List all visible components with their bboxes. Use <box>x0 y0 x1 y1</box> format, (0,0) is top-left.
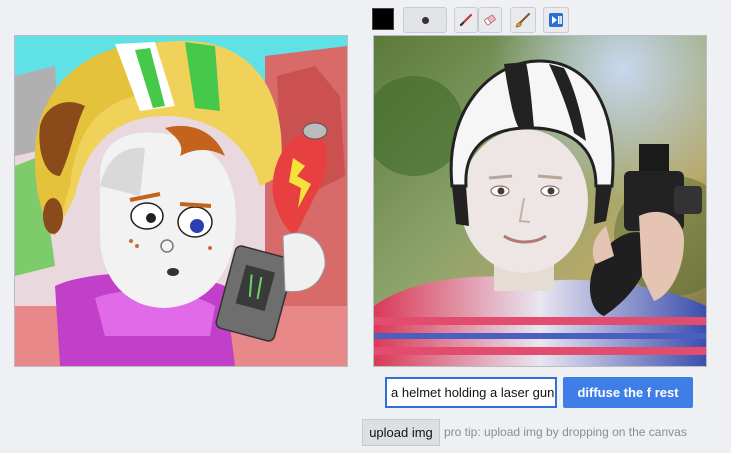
drawing-toolbar <box>372 7 592 33</box>
play-pause-icon <box>549 13 563 27</box>
pro-tip-text: pro tip: upload img by dropping on the c… <box>444 425 687 439</box>
brush-icon <box>515 12 531 28</box>
run-button[interactable] <box>543 7 569 33</box>
eraser-icon <box>484 14 496 26</box>
drawing-canvas[interactable] <box>14 35 348 367</box>
app-stage: a helmet holding a laser gun diffuse the… <box>0 0 731 453</box>
eraser-tool-button[interactable] <box>478 7 502 33</box>
brush-size-button[interactable] <box>403 7 447 33</box>
generated-image <box>373 35 707 367</box>
upload-image-button[interactable]: upload img <box>362 419 440 446</box>
color-swatch[interactable] <box>372 8 394 30</box>
paint-brush-button[interactable] <box>510 7 536 33</box>
prompt-input[interactable]: a helmet holding a laser gun <box>385 377 557 408</box>
diffuse-button[interactable]: diffuse the f rest <box>563 377 693 408</box>
dot-icon <box>421 16 429 24</box>
pixel-art-drawing <box>15 36 347 366</box>
generated-photo <box>374 36 706 366</box>
pen-icon <box>459 13 473 27</box>
pen-tool-button[interactable] <box>454 7 478 33</box>
